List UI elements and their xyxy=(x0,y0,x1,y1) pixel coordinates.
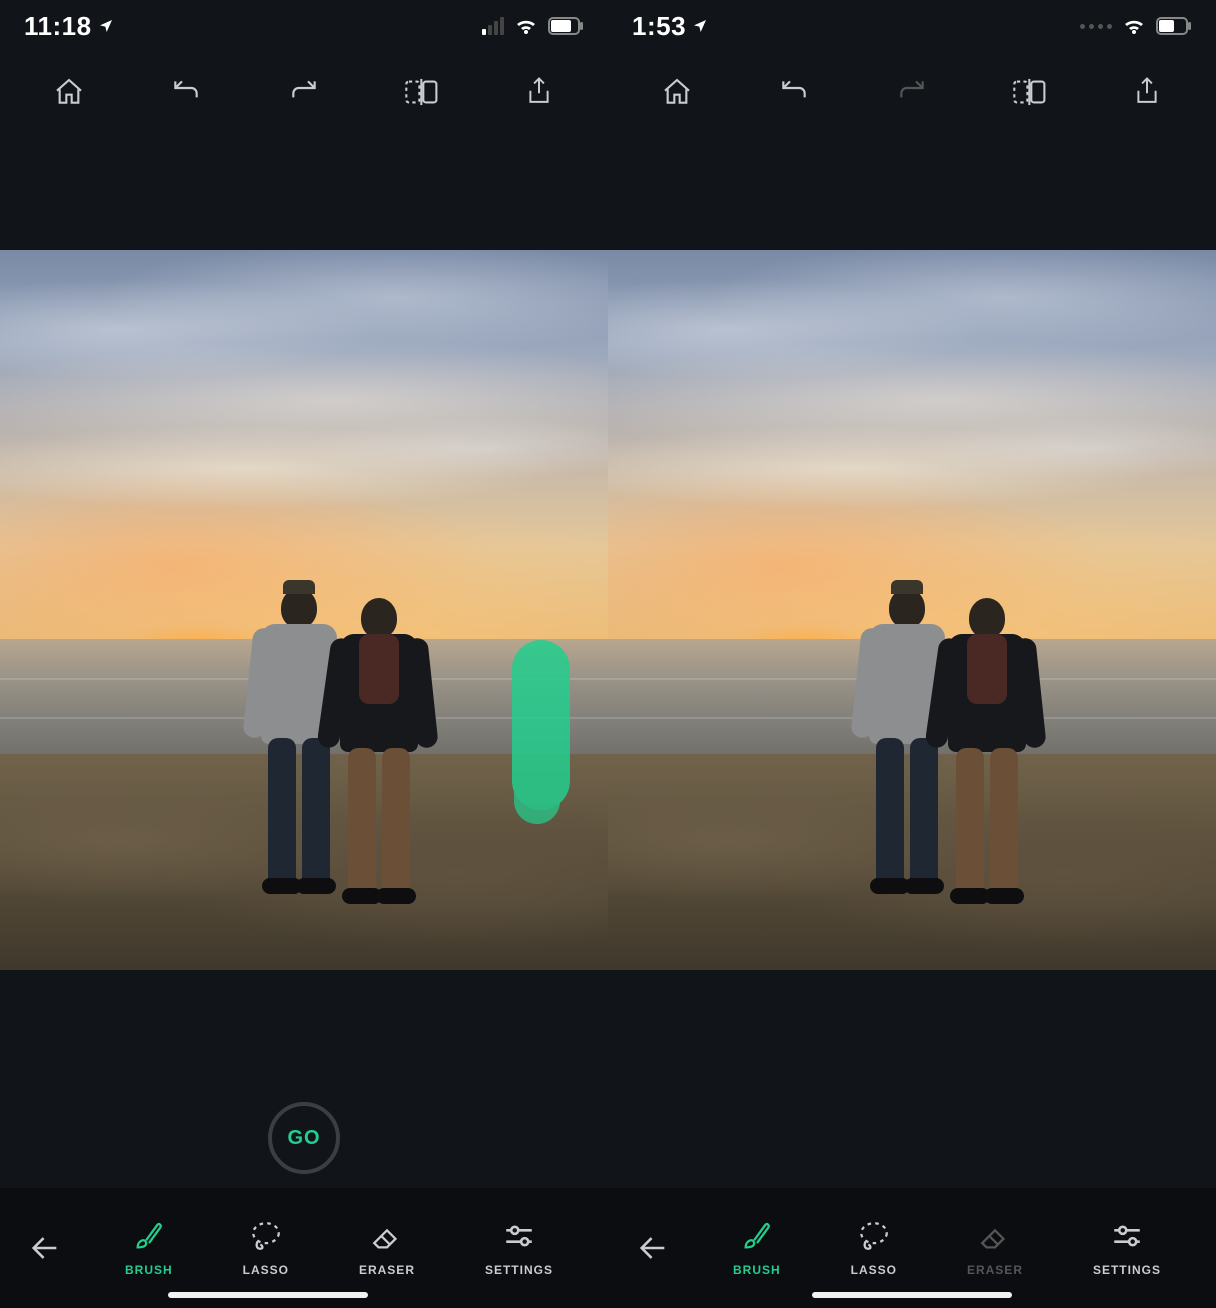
compare-button[interactable] xyxy=(1006,68,1054,116)
tool-lasso[interactable]: LASSO xyxy=(243,1219,289,1277)
photo-subjects xyxy=(862,568,1052,898)
top-toolbar xyxy=(0,52,608,132)
battery-icon xyxy=(1156,17,1192,35)
tool-settings[interactable]: SETTINGS xyxy=(1093,1219,1161,1277)
canvas-area[interactable] xyxy=(0,132,608,1088)
wifi-icon xyxy=(1122,17,1146,35)
back-button[interactable] xyxy=(608,1231,698,1265)
bottom-toolbar: BRUSH LASSO ERASER SETTINGS xyxy=(0,1188,608,1308)
action-bar: GO xyxy=(0,1088,608,1188)
lasso-icon xyxy=(249,1219,283,1253)
home-indicator[interactable] xyxy=(812,1292,1012,1298)
status-time: 11:18 xyxy=(24,11,114,42)
time-label: 1:53 xyxy=(632,11,686,42)
undo-button[interactable] xyxy=(770,68,818,116)
brush-icon xyxy=(740,1219,774,1253)
action-bar-empty xyxy=(608,1088,1216,1188)
location-icon xyxy=(692,18,708,34)
tool-eraser[interactable]: ERASER xyxy=(359,1219,415,1277)
location-icon xyxy=(98,18,114,34)
tool-eraser: ERASER xyxy=(967,1219,1023,1277)
compare-button[interactable] xyxy=(398,68,446,116)
status-time: 1:53 xyxy=(632,11,708,42)
wifi-icon xyxy=(514,17,538,35)
undo-button[interactable] xyxy=(162,68,210,116)
redo-button[interactable] xyxy=(280,68,328,116)
go-label: GO xyxy=(287,1127,320,1150)
status-bar: 11:18 xyxy=(0,0,608,52)
tool-label: SETTINGS xyxy=(485,1263,553,1277)
go-button[interactable]: GO xyxy=(268,1102,340,1174)
home-button[interactable] xyxy=(45,68,93,116)
settings-icon xyxy=(1110,1219,1144,1253)
cell-signal-icon xyxy=(1080,24,1112,29)
screen-right: 1:53 xyxy=(608,0,1216,1308)
tool-label: BRUSH xyxy=(125,1263,173,1277)
photo[interactable] xyxy=(608,250,1216,970)
bottom-toolbar: BRUSH LASSO ERASER SETTINGS xyxy=(608,1188,1216,1308)
home-indicator[interactable] xyxy=(168,1292,368,1298)
tool-brush[interactable]: BRUSH xyxy=(733,1219,781,1277)
status-bar: 1:53 xyxy=(608,0,1216,52)
back-button[interactable] xyxy=(0,1231,90,1265)
cell-signal-icon xyxy=(482,17,504,35)
tool-label: ERASER xyxy=(359,1263,415,1277)
battery-icon xyxy=(548,17,584,35)
redo-button xyxy=(888,68,936,116)
lasso-icon xyxy=(857,1219,891,1253)
tool-brush[interactable]: BRUSH xyxy=(125,1219,173,1277)
tool-label: LASSO xyxy=(243,1263,289,1277)
canvas-area[interactable] xyxy=(608,132,1216,1088)
tool-lasso[interactable]: LASSO xyxy=(851,1219,897,1277)
photo-subjects xyxy=(254,568,444,898)
eraser-icon xyxy=(978,1219,1012,1253)
tool-label: ERASER xyxy=(967,1263,1023,1277)
tool-settings[interactable]: SETTINGS xyxy=(485,1219,553,1277)
photo[interactable] xyxy=(0,250,608,970)
brush-icon xyxy=(132,1219,166,1253)
top-toolbar xyxy=(608,52,1216,132)
eraser-icon xyxy=(370,1219,404,1253)
tool-label: BRUSH xyxy=(733,1263,781,1277)
time-label: 11:18 xyxy=(24,11,92,42)
home-button[interactable] xyxy=(653,68,701,116)
share-button[interactable] xyxy=(515,68,563,116)
screen-left: 11:18 xyxy=(0,0,608,1308)
settings-icon xyxy=(502,1219,536,1253)
tool-label: LASSO xyxy=(851,1263,897,1277)
share-button[interactable] xyxy=(1123,68,1171,116)
tool-label: SETTINGS xyxy=(1093,1263,1161,1277)
brush-stroke-overlay xyxy=(512,640,570,810)
